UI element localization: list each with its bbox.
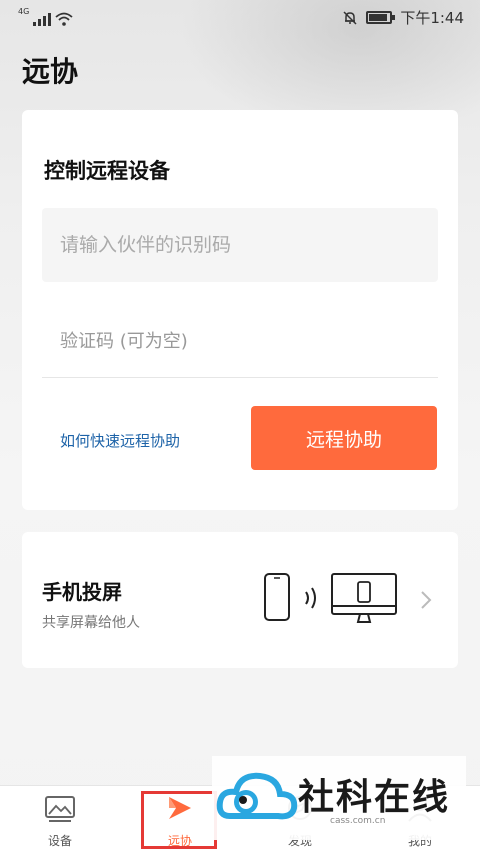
verification-code-input[interactable] [42, 306, 438, 378]
remote-control-card: 控制远程设备 如何快速远程协助 远程协助 [22, 110, 458, 510]
nav-label-device: 设备 [47, 834, 72, 848]
mute-bell-icon [343, 10, 357, 25]
partner-id-input[interactable] [42, 208, 438, 282]
status-right: 下午1:44 [342, 7, 464, 28]
device-image-icon [45, 796, 75, 822]
remote-card-title: 控制远程设备 [44, 159, 170, 183]
cast-title: 手机投屏 [42, 580, 122, 604]
battery-fill [369, 14, 388, 21]
page-title: 远协 [22, 55, 79, 88]
network-type: 4G [18, 7, 30, 16]
phone-to-monitor-icon [264, 573, 397, 623]
watermark-logo-icon [216, 772, 298, 820]
watermark-text: 社科在线 [298, 777, 451, 818]
nav-item-device[interactable]: 设备 [0, 786, 120, 853]
watermark-url: cass.com.cn [330, 816, 386, 826]
highlight-box [141, 791, 217, 849]
cast-subtitle: 共享屏幕给他人 [42, 615, 140, 631]
battery-icon [366, 11, 396, 24]
remote-assist-button[interactable]: 远程协助 [251, 406, 437, 470]
signal-icon [33, 12, 52, 26]
screen-cast-card[interactable]: 手机投屏 共享屏幕给他人 [22, 532, 458, 668]
help-link[interactable]: 如何快速远程协助 [60, 430, 180, 451]
status-left: 4G [18, 8, 73, 26]
chevron-right-icon [421, 591, 432, 609]
watermark: 社科在线 cass.com.cn [212, 756, 466, 840]
wifi-icon [55, 12, 73, 26]
clock-time: 下午1:44 [400, 9, 464, 27]
status-bar: 4G 下午1:44 [0, 0, 480, 34]
